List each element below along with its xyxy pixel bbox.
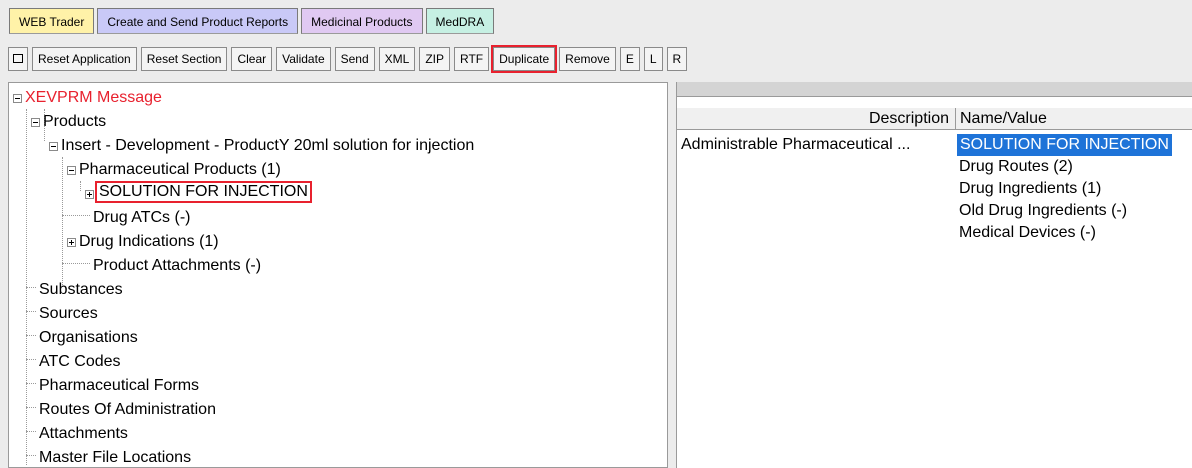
- tree-node-attachments[interactable]: Attachments: [39, 423, 128, 445]
- tree-node-label: Products: [43, 113, 107, 130]
- reset-section-button[interactable]: Reset Section: [140, 47, 228, 71]
- tree-connector: [26, 383, 36, 384]
- tree-node-master-file-locations[interactable]: Master File Locations: [39, 447, 192, 467]
- tree-node-organisations[interactable]: Organisations: [39, 327, 138, 349]
- r-button[interactable]: R: [666, 47, 688, 71]
- tree-node-label: Pharmaceutical Forms: [39, 377, 200, 394]
- square-icon: [13, 54, 23, 64]
- tree-connector: [26, 335, 36, 336]
- tree-connector: [26, 407, 36, 408]
- tree-node-drug-indications[interactable]: Drug Indications (1): [79, 231, 219, 253]
- tab-meddra[interactable]: MedDRA: [425, 8, 495, 34]
- tab-medicinal-products[interactable]: Medicinal Products: [301, 8, 423, 34]
- tree-node-label: Sources: [39, 305, 98, 322]
- detail-value[interactable]: Drug Ingredients (1): [959, 178, 1101, 200]
- tree-node-atc-codes[interactable]: ATC Codes: [39, 351, 121, 373]
- collapse-icon[interactable]: [13, 94, 22, 103]
- tree-node-label: Pharmaceutical Products (1): [79, 161, 281, 178]
- tree-connector: [26, 431, 36, 432]
- collapse-icon[interactable]: [49, 142, 58, 151]
- maximize-button[interactable]: [8, 47, 28, 71]
- tree-node-label: Attachments: [39, 425, 128, 442]
- tree-node-label: Substances: [39, 281, 123, 298]
- collapse-icon[interactable]: [67, 166, 76, 175]
- tree-node-pharmaceutical-products[interactable]: Pharmaceutical Products (1): [79, 159, 281, 181]
- tree-node-label: Drug ATCs (-): [93, 209, 191, 226]
- tree-connector: [26, 311, 36, 312]
- detail-value[interactable]: Drug Routes (2): [959, 156, 1073, 178]
- highlighted-tree-label: SOLUTION FOR INJECTION: [95, 181, 312, 203]
- collapse-icon[interactable]: [31, 118, 40, 127]
- column-header-description[interactable]: Description: [677, 108, 956, 130]
- tree-node-label: Product Attachments (-): [93, 257, 262, 274]
- clear-button[interactable]: Clear: [231, 47, 273, 71]
- tree-node-label: Organisations: [39, 329, 138, 346]
- validate-button[interactable]: Validate: [276, 47, 331, 71]
- tree-connector: [26, 287, 36, 288]
- detail-value-selected[interactable]: SOLUTION FOR INJECTION: [957, 134, 1172, 156]
- tree-node-label: ATC Codes: [39, 353, 121, 370]
- tree-node-pharmaceutical-forms[interactable]: Pharmaceutical Forms: [39, 375, 199, 397]
- tree-root-label: XEVPRM Message: [25, 89, 162, 106]
- reset-application-button[interactable]: Reset Application: [32, 47, 137, 71]
- tree-connector: [62, 157, 63, 287]
- detail-value[interactable]: Old Drug Ingredients (-): [959, 200, 1127, 222]
- tree-node-label: Insert - Development - ProductY 20ml sol…: [61, 137, 475, 154]
- details-pane: Description Name/Value Administrable Pha…: [676, 82, 1192, 468]
- tree-connector: [62, 263, 90, 264]
- rtf-button[interactable]: RTF: [454, 47, 490, 71]
- tree-node-label: Routes Of Administration: [39, 401, 216, 418]
- tab-create-send-reports[interactable]: Create and Send Product Reports: [97, 8, 299, 34]
- tree-node-root[interactable]: XEVPRM Message: [25, 87, 162, 109]
- pane-splitter[interactable]: [668, 82, 676, 468]
- tree-connector: [62, 215, 90, 216]
- tree-node-label: Master File Locations: [39, 449, 192, 466]
- tree-node-products[interactable]: Products: [43, 111, 106, 133]
- tree-node-drug-atcs[interactable]: Drug ATCs (-): [93, 207, 190, 229]
- toolbar: Reset Application Reset Section Clear Va…: [8, 44, 1192, 74]
- e-button[interactable]: E: [619, 47, 640, 71]
- tree-connector: [80, 181, 81, 191]
- zip-button[interactable]: ZIP: [419, 47, 451, 71]
- send-button[interactable]: Send: [334, 47, 375, 71]
- column-header-name-value[interactable]: Name/Value: [956, 108, 1192, 130]
- tree-node-substances[interactable]: Substances: [39, 279, 123, 301]
- tree-node-product-attachments[interactable]: Product Attachments (-): [93, 255, 261, 277]
- details-header-bar: [677, 82, 1192, 97]
- tab-web-trader[interactable]: WEB Trader: [9, 8, 95, 34]
- duplicate-button[interactable]: Duplicate: [491, 45, 558, 73]
- expand-icon[interactable]: [67, 238, 76, 247]
- top-tab-bar: WEB Trader Create and Send Product Repor…: [9, 8, 497, 36]
- detail-row-description[interactable]: Administrable Pharmaceutical ...: [681, 134, 951, 156]
- tree-connector: [26, 455, 36, 456]
- tree-node-routes-of-administration[interactable]: Routes Of Administration: [39, 399, 216, 421]
- detail-value[interactable]: Medical Devices (-): [959, 222, 1096, 244]
- tree-connector: [26, 359, 36, 360]
- tree-node-label: Drug Indications (1): [79, 233, 219, 250]
- tree-node-insert-product[interactable]: Insert - Development - ProductY 20ml sol…: [61, 135, 474, 157]
- remove-button[interactable]: Remove: [559, 47, 616, 71]
- tree-node-solution-for-injection[interactable]: SOLUTION FOR INJECTION: [95, 181, 312, 203]
- expand-icon[interactable]: [85, 190, 94, 199]
- l-button[interactable]: L: [643, 47, 663, 71]
- xml-button[interactable]: XML: [378, 47, 416, 71]
- tree-node-sources[interactable]: Sources: [39, 303, 98, 325]
- tree-pane[interactable]: XEVPRM Message Products Insert - Develop…: [8, 82, 668, 468]
